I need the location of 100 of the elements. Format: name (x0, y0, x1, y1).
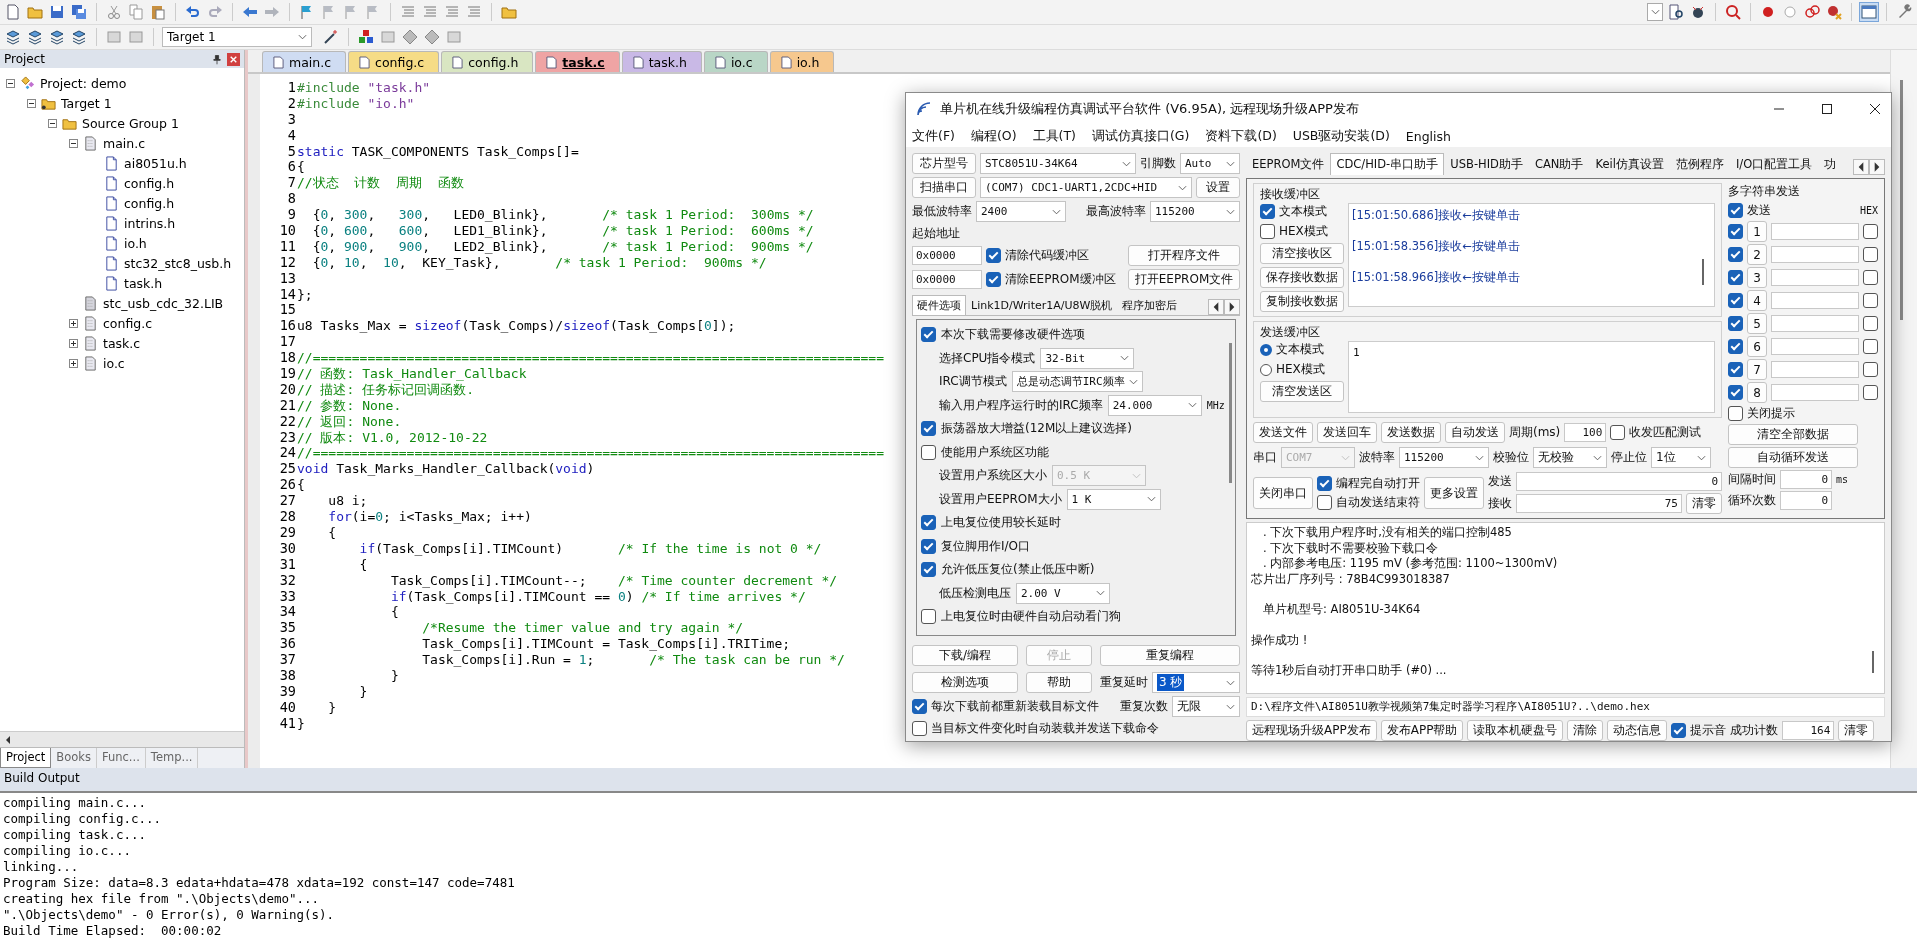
tab[interactable]: 功 (1818, 153, 1843, 175)
expander-icon[interactable] (27, 98, 36, 108)
diamond-icon[interactable] (401, 28, 419, 46)
checkbox[interactable] (921, 444, 936, 460)
min-baud-dropdown[interactable]: 2400 (976, 201, 1066, 222)
tab[interactable]: I/O口配置工具 (1729, 153, 1819, 175)
tab[interactable]: Keil仿真设置 (1589, 153, 1670, 175)
checkbox[interactable] (921, 562, 936, 578)
scrollbar-thumb[interactable] (1900, 80, 1903, 320)
expander-icon[interactable] (69, 318, 78, 328)
send-action-button[interactable]: 发送文件 (1253, 422, 1313, 443)
hex-checkbox[interactable] (1863, 385, 1878, 400)
menu-item[interactable]: 资料下载(D) (1205, 127, 1277, 145)
close-port-button[interactable]: 关闭串口 (1253, 477, 1313, 509)
tree-item[interactable]: config.h (124, 195, 175, 211)
hex-checkbox[interactable] (1863, 224, 1878, 239)
expander-icon[interactable] (69, 138, 78, 148)
build-icon[interactable] (26, 28, 44, 46)
send-string-button[interactable]: 7 (1747, 359, 1767, 380)
checkbox[interactable] (1260, 204, 1275, 219)
checkbox[interactable] (1728, 224, 1743, 239)
loop-count-field[interactable]: 0 (1780, 491, 1832, 510)
string-field[interactable] (1771, 223, 1859, 240)
checkbox[interactable] (921, 515, 936, 531)
tab[interactable]: Link1D/Writer1A/U8W脱机 (966, 294, 1118, 315)
hex-checkbox[interactable] (1863, 293, 1878, 308)
checkbox[interactable] (1728, 203, 1743, 218)
hex-checkbox[interactable] (1863, 339, 1878, 354)
menu-item[interactable]: 编程(O) (970, 127, 1017, 145)
checkbox[interactable] (1728, 293, 1743, 308)
check-options-button[interactable]: 检测选项 (912, 672, 1018, 693)
checkbox[interactable] (912, 721, 927, 736)
receive-action-button[interactable]: 复制接收数据 (1260, 291, 1344, 312)
pin-icon[interactable] (213, 53, 221, 65)
send-text-area[interactable]: 1 (1348, 341, 1715, 413)
multi-send-button[interactable]: 自动循环发送 (1728, 447, 1858, 468)
file-tab[interactable]: main.c (262, 51, 347, 72)
checkbox[interactable] (1728, 362, 1743, 377)
scrollbar-thumb[interactable] (1228, 342, 1232, 483)
tree-item[interactable]: intrins.h (124, 215, 176, 231)
pins-dropdown[interactable]: Auto (1180, 153, 1240, 174)
tab[interactable]: EEPROM文件 (1246, 153, 1331, 175)
clear-breakpoints-icon[interactable] (1825, 3, 1843, 21)
checkbox[interactable] (1728, 339, 1743, 354)
tree-item[interactable]: Source Group 1 (82, 115, 179, 131)
tree-item[interactable]: ai8051u.h (124, 155, 187, 171)
tab[interactable]: USB-HID助手 (1444, 153, 1529, 175)
option-dropdown[interactable]: 32-Bit (1040, 347, 1135, 369)
checkbox[interactable] (986, 272, 1001, 287)
open-file-button[interactable]: 打开程序文件 (1128, 245, 1240, 266)
tree-item[interactable]: config.c (103, 315, 153, 331)
tree-item[interactable]: Target 1 (61, 95, 112, 111)
hex-checkbox[interactable] (1863, 247, 1878, 262)
max-baud-dropdown[interactable]: 115200 (1150, 201, 1240, 222)
send-string-button[interactable]: 1 (1747, 221, 1767, 242)
help-button[interactable]: 帮助 (1026, 672, 1092, 693)
translate-icon[interactable] (4, 28, 22, 46)
footer-button[interactable]: 远程现场升级APP发布 (1246, 720, 1377, 741)
tab[interactable]: CDC/HID-串口助手 (1330, 153, 1445, 175)
tab[interactable]: 硬件选项 (912, 294, 966, 315)
expander-icon[interactable] (69, 358, 78, 368)
horizontal-scrollbar[interactable] (0, 731, 244, 747)
footer-button[interactable]: 清除 (1567, 720, 1604, 741)
string-field[interactable] (1771, 269, 1859, 286)
port-dropdown[interactable]: (COM7) CDC1-UART1,2CDC+HID (980, 177, 1192, 198)
hex-checkbox[interactable] (1863, 362, 1878, 377)
string-field[interactable] (1771, 361, 1859, 378)
tree-item[interactable]: Project: demo (40, 75, 127, 91)
checkbox[interactable] (1728, 406, 1743, 421)
chip-dropdown[interactable]: STC8051U-34K64 (980, 153, 1136, 174)
tab[interactable]: 程序加密后 (1117, 294, 1183, 315)
expander-icon[interactable] (69, 338, 78, 348)
file-tab[interactable]: io.h (769, 51, 835, 72)
send-string-button[interactable]: 2 (1747, 244, 1767, 265)
tree-item[interactable]: stc_usb_cdc_32.LIB (103, 295, 224, 311)
close-icon[interactable] (1869, 103, 1881, 115)
paste-icon[interactable] (149, 3, 167, 21)
receive-action-button[interactable]: 清空接收区 (1260, 243, 1344, 264)
footer-button[interactable]: 动态信息 (1607, 720, 1668, 741)
radio-button[interactable] (1260, 343, 1272, 356)
hex-checkbox[interactable] (1863, 316, 1878, 331)
footer-button[interactable]: 读取本机硬盘号 (1467, 720, 1564, 741)
receive-action-button[interactable]: 保存接收数据 (1260, 267, 1344, 288)
checkbox[interactable] (1728, 247, 1743, 262)
string-field[interactable] (1771, 292, 1859, 309)
menu-item[interactable]: 工具(T) (1032, 127, 1076, 145)
menu-item[interactable]: 文件(F) (912, 127, 955, 145)
tree-item[interactable]: io.h (124, 235, 147, 251)
save-all-icon[interactable] (70, 3, 88, 21)
checkbox[interactable] (986, 248, 1001, 263)
footer-button[interactable]: 发布APP帮助 (1380, 720, 1464, 741)
interval-field[interactable]: 0 (1780, 470, 1832, 489)
file-tab[interactable]: task.h (621, 51, 702, 72)
checkbox[interactable] (1317, 476, 1332, 491)
rebuild-icon[interactable] (48, 28, 66, 46)
magnifier-icon[interactable] (1724, 3, 1742, 21)
tree-item[interactable]: task.h (124, 275, 163, 291)
checkbox[interactable] (1260, 224, 1275, 239)
baud-dropdown[interactable]: 115200 (1399, 447, 1489, 468)
tree-item[interactable]: io.c (103, 355, 125, 371)
